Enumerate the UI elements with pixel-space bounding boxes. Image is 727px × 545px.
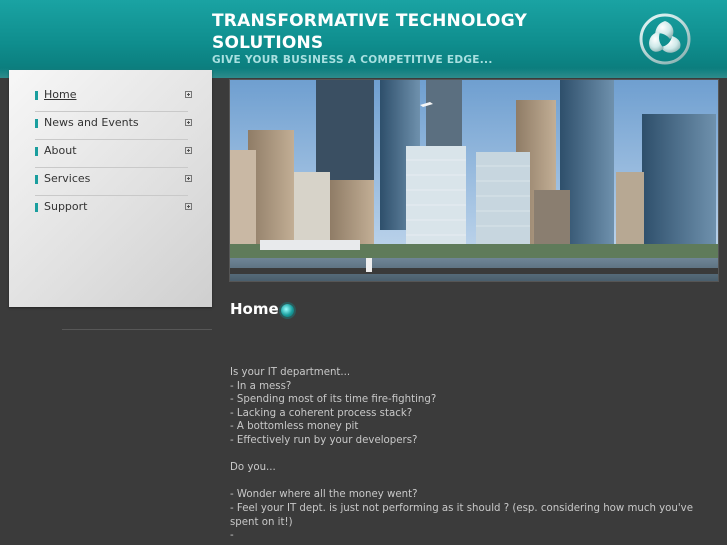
- expand-icon[interactable]: [185, 203, 192, 210]
- sidebar-nav-panel: Home News and Events About Services Supp…: [9, 70, 212, 307]
- content-line: [230, 475, 718, 489]
- nav-item-home[interactable]: Home: [35, 84, 192, 112]
- nav-marker: [35, 175, 38, 184]
- nav-item-services[interactable]: Services: [35, 168, 192, 196]
- expand-icon[interactable]: [185, 147, 192, 154]
- nav-item-label[interactable]: Support: [44, 200, 87, 213]
- content-line: - In a mess?: [230, 380, 292, 392]
- site-header: TRANSFORMATIVE TECHNOLOGY SOLUTIONS GIVE…: [0, 0, 727, 78]
- sidebar-divider: [62, 329, 212, 330]
- nav-item-label[interactable]: Home: [44, 88, 76, 101]
- content-line: - Wonder where all the money went?: [230, 489, 418, 501]
- expand-icon[interactable]: [185, 119, 192, 126]
- hero-city-skyline-image: [230, 80, 718, 281]
- expand-icon[interactable]: [185, 175, 192, 182]
- nav-marker: [35, 203, 38, 212]
- nav-item-label[interactable]: News and Events: [44, 116, 139, 129]
- nav-item-label[interactable]: Services: [44, 172, 90, 185]
- content-line: - Spending most of its time fire-fightin…: [230, 394, 437, 406]
- content-line: - A bottomless money pit: [230, 421, 359, 433]
- logo-icon[interactable]: [638, 12, 692, 66]
- site-tagline: GIVE YOUR BUSINESS A COMPETITIVE EDGE...: [212, 54, 493, 66]
- content-line: Do you...: [230, 462, 276, 474]
- nav-item-about[interactable]: About: [35, 140, 192, 168]
- content-line: -: [230, 530, 234, 542]
- nav-marker: [35, 119, 38, 128]
- nav-item-label[interactable]: About: [44, 144, 77, 157]
- nav-item-support[interactable]: Support: [35, 196, 192, 224]
- content-line: - Lacking a coherent process stack?: [230, 407, 413, 419]
- nav-marker: [35, 91, 38, 100]
- content-line: - Feel your IT dept. is just not perform…: [230, 502, 697, 528]
- nav-item-news-and-events[interactable]: News and Events: [35, 112, 192, 140]
- content-body: Is your IT department... - In a mess? - …: [230, 366, 718, 543]
- title-bullet-icon: [281, 304, 294, 317]
- expand-icon[interactable]: [185, 91, 192, 98]
- content-line: [230, 448, 718, 462]
- content-line: - Effectively run by your developers?: [230, 434, 418, 446]
- site-title: TRANSFORMATIVE TECHNOLOGY SOLUTIONS: [212, 11, 527, 53]
- page-title: Home: [230, 300, 279, 318]
- nav-marker: [35, 147, 38, 156]
- content-line: Is your IT department...: [230, 367, 351, 378]
- main-nav: Home News and Events About Services Supp…: [35, 84, 192, 224]
